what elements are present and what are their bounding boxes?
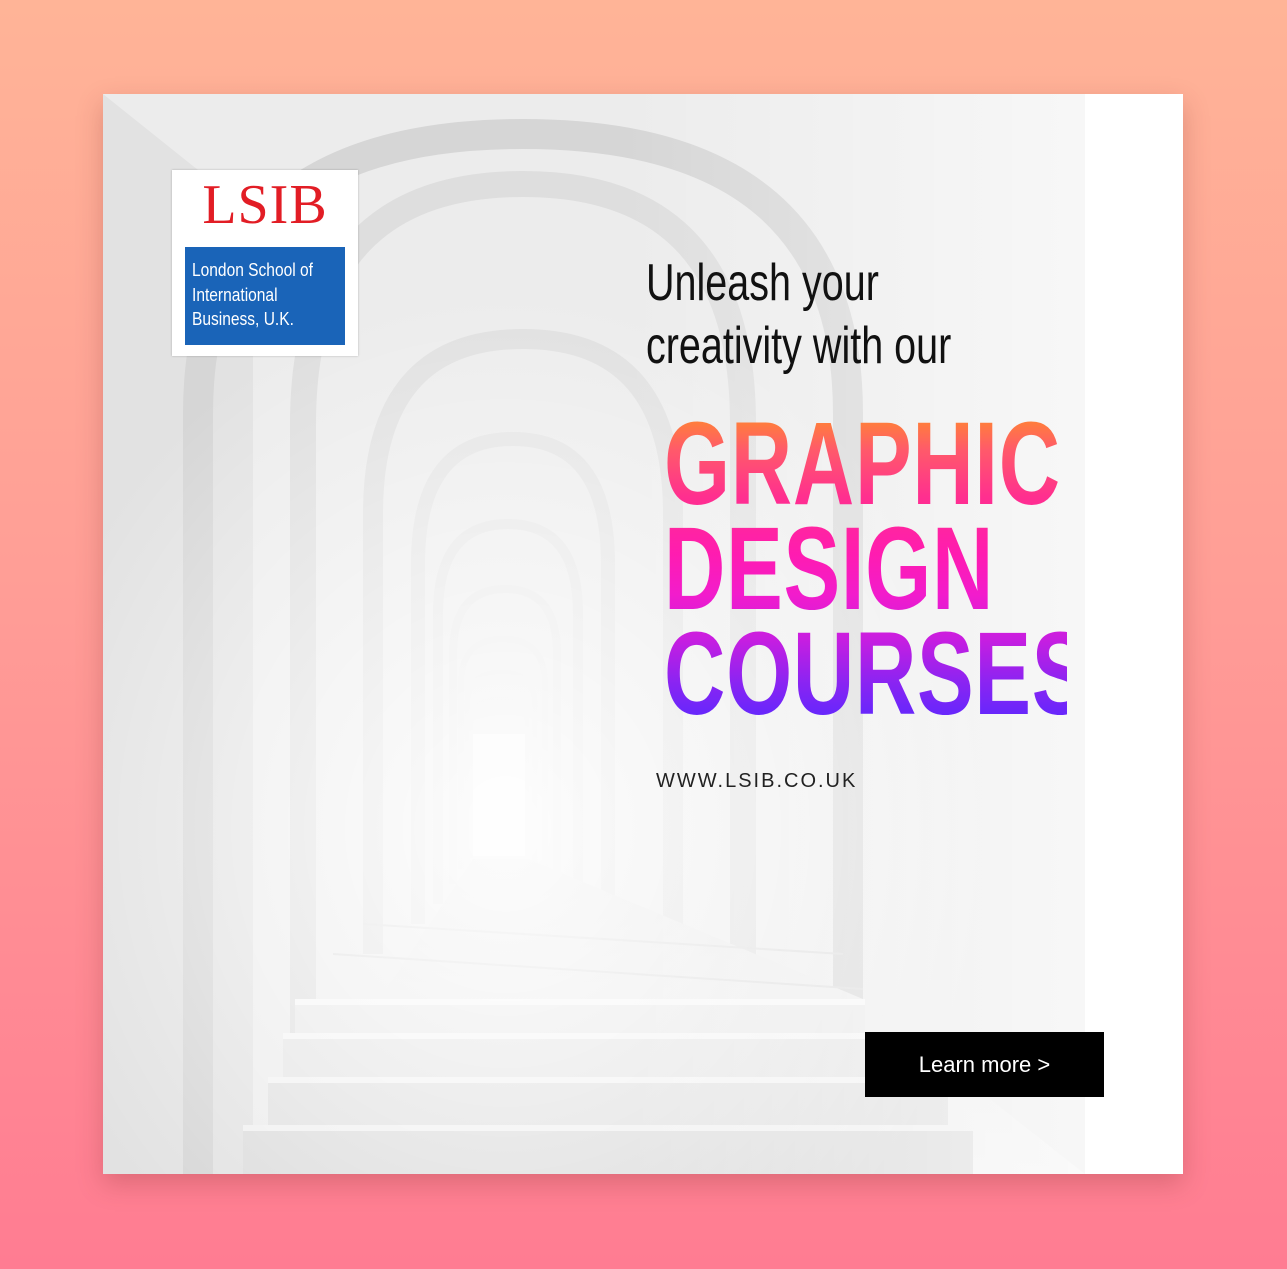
- logo-line-2: International: [192, 283, 278, 305]
- headline-line-2: DESIGN: [664, 503, 995, 635]
- tagline-line-1: Unleash your: [646, 254, 879, 312]
- logo-blue-box: London School of International Business,…: [185, 247, 345, 345]
- logo-line-1: London School of: [192, 259, 313, 280]
- logo-line-3: Business, U.K.: [192, 308, 294, 329]
- headline-line-3: COURSES!: [664, 608, 1119, 740]
- website-url: WWW.LSIB.CO.UK: [656, 770, 858, 792]
- learn-more-button[interactable]: Learn more >: [865, 1032, 1104, 1097]
- logo-wordmark: LSIB: [202, 174, 328, 236]
- headline-line-1: GRAPHIC: [664, 398, 1061, 530]
- tagline: Unleash your creativity with our: [646, 252, 965, 378]
- main-headline: GRAPHIC DESIGN COURSES!: [664, 412, 1067, 727]
- lsib-logo: LSIB London School of International Busi…: [172, 170, 358, 356]
- tagline-line-2: creativity with our: [646, 317, 952, 375]
- ad-card: LSIB London School of International Busi…: [103, 94, 1183, 1174]
